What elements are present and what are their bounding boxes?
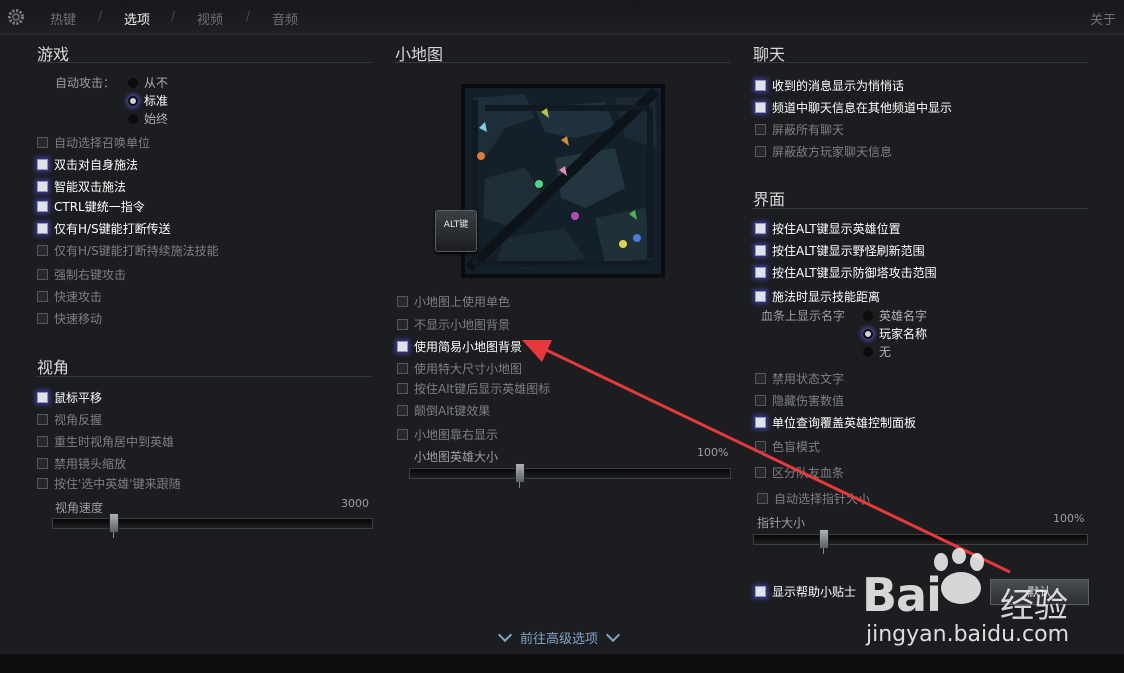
watermark-brand: Bai [862, 568, 942, 622]
watermark-url: jingyan.baidu.com [866, 622, 1070, 647]
watermark-brand-cn: 经验 [1000, 586, 1068, 626]
